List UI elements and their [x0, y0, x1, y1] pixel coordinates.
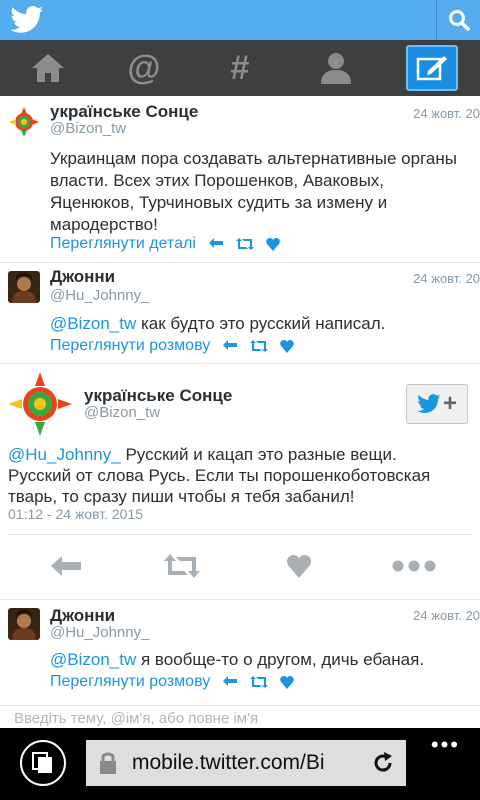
mentions-icon: @	[127, 49, 161, 87]
browser-more-button[interactable]: •••	[431, 734, 460, 756]
tweet-item[interactable]: українське Сонце @Bizon_tw 24 жовт. 20 У…	[0, 96, 480, 263]
tweet-text-body: Русский и кацап это разные вещи.	[120, 445, 397, 464]
tweet-actions	[0, 548, 480, 584]
tweet-text-body: я вообще-то о другом, дичь ебаная.	[136, 650, 425, 669]
like-icon[interactable]	[280, 339, 295, 353]
tabs-icon	[32, 752, 52, 773]
home-icon	[32, 54, 64, 82]
tweet-text-line: тварь, то сразу пиши чтобы я тебя забани…	[8, 487, 355, 506]
author-name[interactable]: Джонни	[50, 267, 115, 287]
refresh-icon[interactable]	[370, 750, 396, 776]
search-icon	[448, 10, 470, 31]
like-button[interactable]	[282, 548, 316, 584]
reply-icon[interactable]	[208, 237, 224, 251]
reply-icon[interactable]	[222, 675, 238, 689]
url-text: mobile.twitter.com/Bi	[132, 751, 325, 774]
author-name[interactable]: українське Сонце	[84, 386, 232, 406]
retweet-icon[interactable]	[250, 675, 269, 689]
view-details-link[interactable]: Переглянути деталі	[50, 235, 196, 253]
tweet-text-body: как будто это русский написал.	[136, 314, 386, 333]
tweet-text-line: Украинцам пора создавать альтернативные …	[50, 149, 457, 168]
view-conversation-link[interactable]: Переглянути розмову	[50, 337, 210, 355]
tweet-text-line: Яценюков, Турчиновых судить за измену и	[50, 193, 388, 212]
timeline: українське Сонце @Bizon_tw 24 жовт. 20 У…	[0, 96, 480, 364]
author-handle[interactable]: @Bizon_tw	[50, 120, 126, 137]
avatar[interactable]	[8, 106, 40, 138]
address-bar[interactable]: mobile.twitter.com/Bi	[86, 740, 406, 786]
tabs-button[interactable]	[20, 740, 66, 786]
tweet-item[interactable]: Джонни @Hu_Johnny_ 24 жовт. 20 @Bizon_tw…	[0, 263, 480, 364]
tab-mentions[interactable]: @	[96, 40, 192, 96]
search-button[interactable]	[436, 0, 480, 40]
tweet-text-line: власти. Всех этих Порошенков, Аваковых,	[50, 171, 385, 190]
tweet-text: @Hu_Johnny_ Русский и кацап это разные в…	[8, 444, 472, 507]
tweet-text: @Bizon_tw как будто это русский написал.	[50, 313, 460, 335]
mention-link[interactable]: @Hu_Johnny_	[8, 445, 121, 464]
retweet-icon[interactable]	[250, 339, 269, 353]
author-name[interactable]: Джонни	[50, 606, 115, 626]
app-header	[0, 0, 480, 40]
like-icon[interactable]	[280, 675, 295, 689]
author-handle[interactable]: @Bizon_tw	[84, 404, 160, 421]
follow-button[interactable]: +	[406, 384, 468, 424]
plus-icon: +	[442, 390, 457, 417]
tweet-text-line: мародерство!	[50, 215, 158, 234]
retweet-icon[interactable]	[235, 237, 254, 251]
profile-icon	[321, 53, 351, 84]
twitter-bird-icon	[417, 394, 441, 413]
author-handle[interactable]: @Hu_Johnny_	[50, 624, 149, 641]
tweet-date: 24 жовт. 20	[413, 271, 480, 286]
tab-bar: @ #	[0, 40, 480, 96]
compose-button[interactable]	[406, 45, 458, 91]
tweet-actions: Переглянути деталі	[50, 235, 280, 253]
hashtag-icon: #	[230, 49, 250, 87]
view-conversation-link[interactable]: Переглянути розмову	[50, 673, 210, 691]
reply-icon[interactable]	[222, 339, 238, 353]
avatar[interactable]	[8, 271, 40, 303]
reply-button[interactable]	[46, 548, 86, 584]
tweet-text-line: Русский от слова Русь. Если ты порошенко…	[8, 466, 431, 485]
mention-link[interactable]: @Bizon_tw	[50, 314, 136, 333]
tab-profile[interactable]	[288, 40, 384, 96]
twitter-bird-icon[interactable]	[10, 6, 44, 34]
browser-bar: mobile.twitter.com/Bi •••	[0, 728, 480, 800]
tab-home[interactable]	[0, 40, 96, 96]
tweet-date: 24 жовт. 20	[413, 608, 480, 623]
compose-icon	[416, 56, 447, 81]
reply-icon	[51, 556, 81, 576]
tab-discover[interactable]: #	[192, 40, 288, 96]
lock-icon	[98, 750, 118, 776]
expanded-tweet: українське Сонце @Bizon_tw + @Hu_Johnny_…	[0, 366, 480, 600]
divider	[8, 534, 472, 535]
author-name[interactable]: українське Сонце	[50, 102, 198, 122]
retweet-button[interactable]	[160, 548, 204, 584]
tweet-timestamp: 01:12 - 24 жовт. 2015	[8, 506, 144, 522]
tweet-text: Украинцам пора создавать альтернативные …	[50, 148, 460, 236]
tweet-text: @Bizon_tw я вообще-то о другом, дичь еба…	[50, 649, 460, 671]
tweet-date: 24 жовт. 20	[413, 106, 480, 121]
author-handle[interactable]: @Hu_Johnny_	[50, 287, 149, 304]
avatar[interactable]	[8, 370, 72, 436]
tweet-actions: Переглянути розмову	[50, 337, 295, 355]
like-icon	[286, 554, 312, 578]
more-icon	[392, 560, 436, 572]
tweet-text-line: @Hu_Johnny_ Русский и кацап это разные в…	[8, 444, 472, 465]
mention-link[interactable]: @Bizon_tw	[50, 650, 136, 669]
like-icon[interactable]	[266, 237, 280, 251]
tab-compose[interactable]	[384, 40, 480, 96]
more-button[interactable]	[390, 548, 438, 584]
tweet-actions: Переглянути розмову	[50, 673, 295, 691]
tweet-item[interactable]: Джонни @Hu_Johnny_ 24 жовт. 20 @Bizon_tw…	[0, 600, 480, 706]
retweet-icon	[164, 554, 200, 578]
avatar[interactable]	[8, 608, 40, 640]
